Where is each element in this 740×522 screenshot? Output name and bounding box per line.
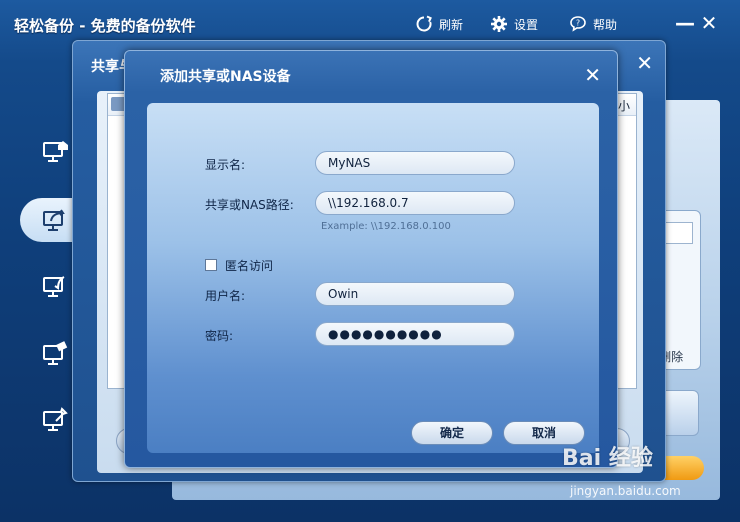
help-button[interactable]: ? 帮助 <box>569 15 617 33</box>
tools-monitor-icon <box>42 406 70 434</box>
help-label: 帮助 <box>593 17 618 32</box>
help-icon: ? <box>569 15 587 33</box>
password-label: 密码: <box>205 329 234 343</box>
add-nas-close-button[interactable]: ✕ <box>584 63 601 87</box>
ok-button[interactable]: 确定 <box>411 421 493 445</box>
close-button[interactable]: ✕ <box>698 12 720 34</box>
gear-icon <box>490 15 508 33</box>
backup-monitor-icon <box>42 206 70 234</box>
minimize-button[interactable]: — <box>674 12 696 34</box>
username-input[interactable] <box>315 282 515 306</box>
add-nas-body: 显示名: 共享或NAS路径: Example: \\192.168.0.100 … <box>147 103 599 453</box>
path-example: Example: \\192.168.0.100 <box>321 221 451 232</box>
username-label: 用户名: <box>205 289 246 303</box>
clone-monitor-icon <box>42 340 70 368</box>
watermark-url: jingyan.baidu.com <box>570 484 681 498</box>
restore-monitor-icon <box>42 272 70 300</box>
app-title: 轻松备份 - 免费的备份软件 <box>14 17 196 35</box>
display-name-label: 显示名: <box>205 158 246 172</box>
display-name-input[interactable] <box>315 151 515 175</box>
anonymous-label: 匿名访问 <box>225 259 274 273</box>
refresh-button[interactable]: 刷新 <box>415 15 463 33</box>
add-nas-title: 添加共享或NAS设备 <box>160 69 291 85</box>
home-monitor-icon <box>42 138 70 166</box>
settings-label: 设置 <box>514 17 539 32</box>
settings-button[interactable]: 设置 <box>490 15 538 33</box>
add-nas-dialog: 添加共享或NAS设备 ✕ 显示名: 共享或NAS路径: Example: \\1… <box>124 50 618 468</box>
app-window: 轻松备份 - 免费的备份软件 刷新 设置 ? 帮助 — ✕ 首 <box>0 0 740 522</box>
path-label: 共享或NAS路径: <box>205 198 294 212</box>
refresh-label: 刷新 <box>439 17 464 32</box>
password-input[interactable] <box>315 322 515 346</box>
nas-manager-close-button[interactable]: ✕ <box>636 51 653 75</box>
baidu-logo: Bai 经验 <box>562 446 653 471</box>
refresh-icon <box>415 15 433 33</box>
nas-path-input[interactable] <box>315 191 515 215</box>
anonymous-checkbox[interactable] <box>205 259 217 271</box>
svg-text:?: ? <box>576 19 580 28</box>
